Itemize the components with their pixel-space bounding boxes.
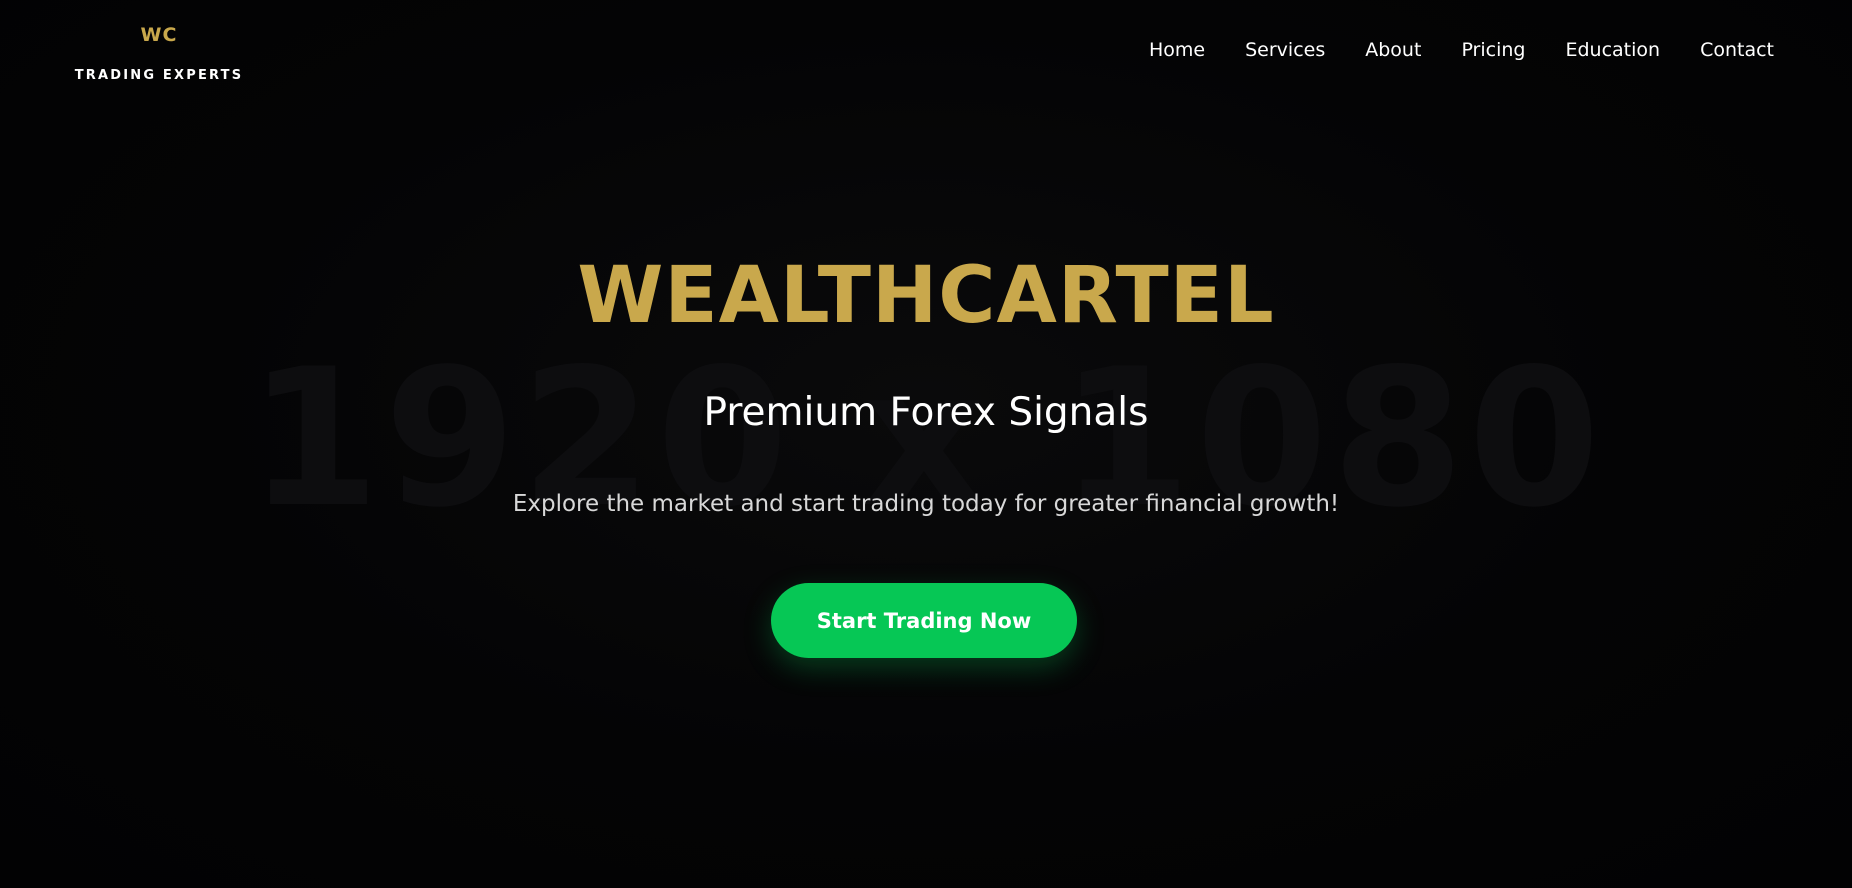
landing-page: WC TRADING EXPERTS Home Services About P… [0, 0, 1852, 888]
logo-mark: WC [140, 24, 178, 46]
site-logo[interactable]: WC TRADING EXPERTS [70, 22, 248, 84]
hero-subtitle: Premium Forex Signals [703, 390, 1149, 435]
nav-item-home[interactable]: Home [1129, 36, 1225, 64]
hero-description: Explore the market and start trading tod… [512, 491, 1340, 517]
hero-title: WEALTHCARTEL [577, 251, 1275, 341]
start-trading-button[interactable]: Start Trading Now [771, 583, 1077, 658]
nav-item-about[interactable]: About [1345, 36, 1441, 64]
nav-item-contact[interactable]: Contact [1680, 36, 1774, 64]
nav-item-pricing[interactable]: Pricing [1441, 36, 1545, 64]
logo-tagline: TRADING EXPERTS [74, 68, 244, 83]
nav-item-services[interactable]: Services [1225, 36, 1345, 64]
nav-item-education[interactable]: Education [1545, 36, 1680, 64]
main-nav: Home Services About Pricing Education Co… [1129, 36, 1774, 64]
